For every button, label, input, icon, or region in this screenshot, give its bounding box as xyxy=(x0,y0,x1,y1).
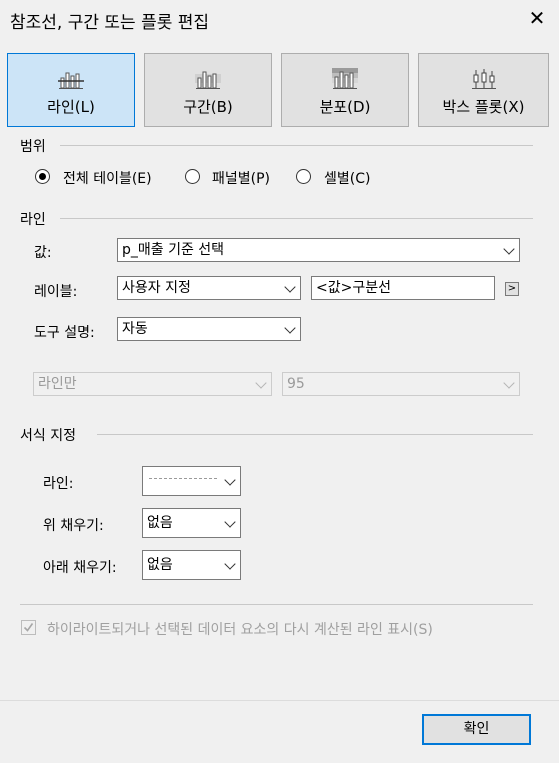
tab-box-plot-label: 박스 플롯(X) xyxy=(442,98,525,116)
above-fill-label: 위 채우기: xyxy=(43,518,104,534)
scope-label-cell: 셀별(C) xyxy=(324,171,371,187)
tooltip-label: 도구 설명: xyxy=(34,325,95,341)
scope-radio-cell[interactable] xyxy=(296,169,311,184)
chevron-down-icon xyxy=(284,322,296,334)
scope-radio-table[interactable] xyxy=(35,169,50,184)
ok-button[interactable]: 확인 xyxy=(422,714,531,745)
window-title: 참조선, 구간 또는 플롯 편집 xyxy=(10,13,210,33)
chevron-down-icon xyxy=(503,377,515,389)
chevron-down-icon xyxy=(255,377,267,389)
line-heading: 라인 xyxy=(20,212,46,228)
recalc-checkbox xyxy=(21,620,36,635)
tab-line[interactable]: 라인(L) xyxy=(7,53,135,127)
scope-label-pane: 패널별(P) xyxy=(212,171,271,187)
band-chart-icon xyxy=(195,71,221,89)
tab-line-label: 라인(L) xyxy=(47,98,95,116)
scope-label-table: 전체 테이블(E) xyxy=(63,171,152,187)
label-select[interactable]: 사용자 지정 xyxy=(117,276,301,300)
chevron-down-icon xyxy=(503,243,515,255)
tab-band-label: 구간(B) xyxy=(183,98,233,116)
checkmark-icon xyxy=(23,623,34,632)
chevron-down-icon xyxy=(224,474,236,486)
format-divider xyxy=(97,434,533,435)
above-fill-select-text: 없음 xyxy=(147,515,173,531)
label-select-text: 사용자 지정 xyxy=(122,280,191,296)
scope-divider xyxy=(60,145,533,146)
below-fill-select[interactable]: 없음 xyxy=(142,550,241,580)
insert-field-button[interactable]: > xyxy=(505,282,519,296)
recalc-divider xyxy=(20,604,533,605)
close-icon[interactable]: ✕ xyxy=(525,6,549,30)
tab-distribution[interactable]: 분포(D) xyxy=(281,53,409,127)
value-select[interactable]: p_매출 기준 선택 xyxy=(117,238,520,262)
tab-band[interactable]: 구간(B) xyxy=(144,53,272,127)
tooltip-select-text: 자동 xyxy=(122,321,148,337)
tooltip-select[interactable]: 자동 xyxy=(117,317,301,341)
recalc-label: 하이라이트되거나 선택된 데이터 요소의 다시 계산된 라인 표시(S) xyxy=(47,622,433,638)
percent-select: 95 xyxy=(282,372,520,396)
label-label: 레이블: xyxy=(34,284,78,300)
tab-distribution-label: 분포(D) xyxy=(319,98,371,116)
below-fill-label: 아래 채우기: xyxy=(43,560,117,576)
value-select-text: p_매출 기준 선택 xyxy=(122,242,225,258)
box-plot-icon xyxy=(471,69,496,89)
scope-heading: 범위 xyxy=(20,139,46,155)
above-fill-select[interactable]: 없음 xyxy=(142,508,241,538)
chevron-down-icon xyxy=(284,281,296,293)
line-divider xyxy=(60,218,533,219)
footer-divider xyxy=(0,700,559,701)
label-text-input[interactable]: <값>구분선 xyxy=(311,276,495,300)
below-fill-select-text: 없음 xyxy=(147,557,173,573)
scope-radio-pane[interactable] xyxy=(185,169,200,184)
dashed-line-swatch xyxy=(149,478,217,479)
chevron-down-icon xyxy=(224,516,236,528)
line-style-label: 라인: xyxy=(43,476,74,492)
line-mode-select: 라인만 xyxy=(33,372,272,396)
percent-select-text: 95 xyxy=(287,376,305,392)
tab-box-plot[interactable]: 박스 플롯(X) xyxy=(418,53,549,127)
line-style-select[interactable] xyxy=(142,466,241,496)
line-mode-select-text: 라인만 xyxy=(38,376,77,392)
distribution-chart-icon xyxy=(332,68,358,89)
format-heading: 서식 지정 xyxy=(20,428,76,444)
chevron-down-icon xyxy=(224,558,236,570)
value-label: 값: xyxy=(34,245,52,261)
line-chart-icon xyxy=(58,72,84,89)
